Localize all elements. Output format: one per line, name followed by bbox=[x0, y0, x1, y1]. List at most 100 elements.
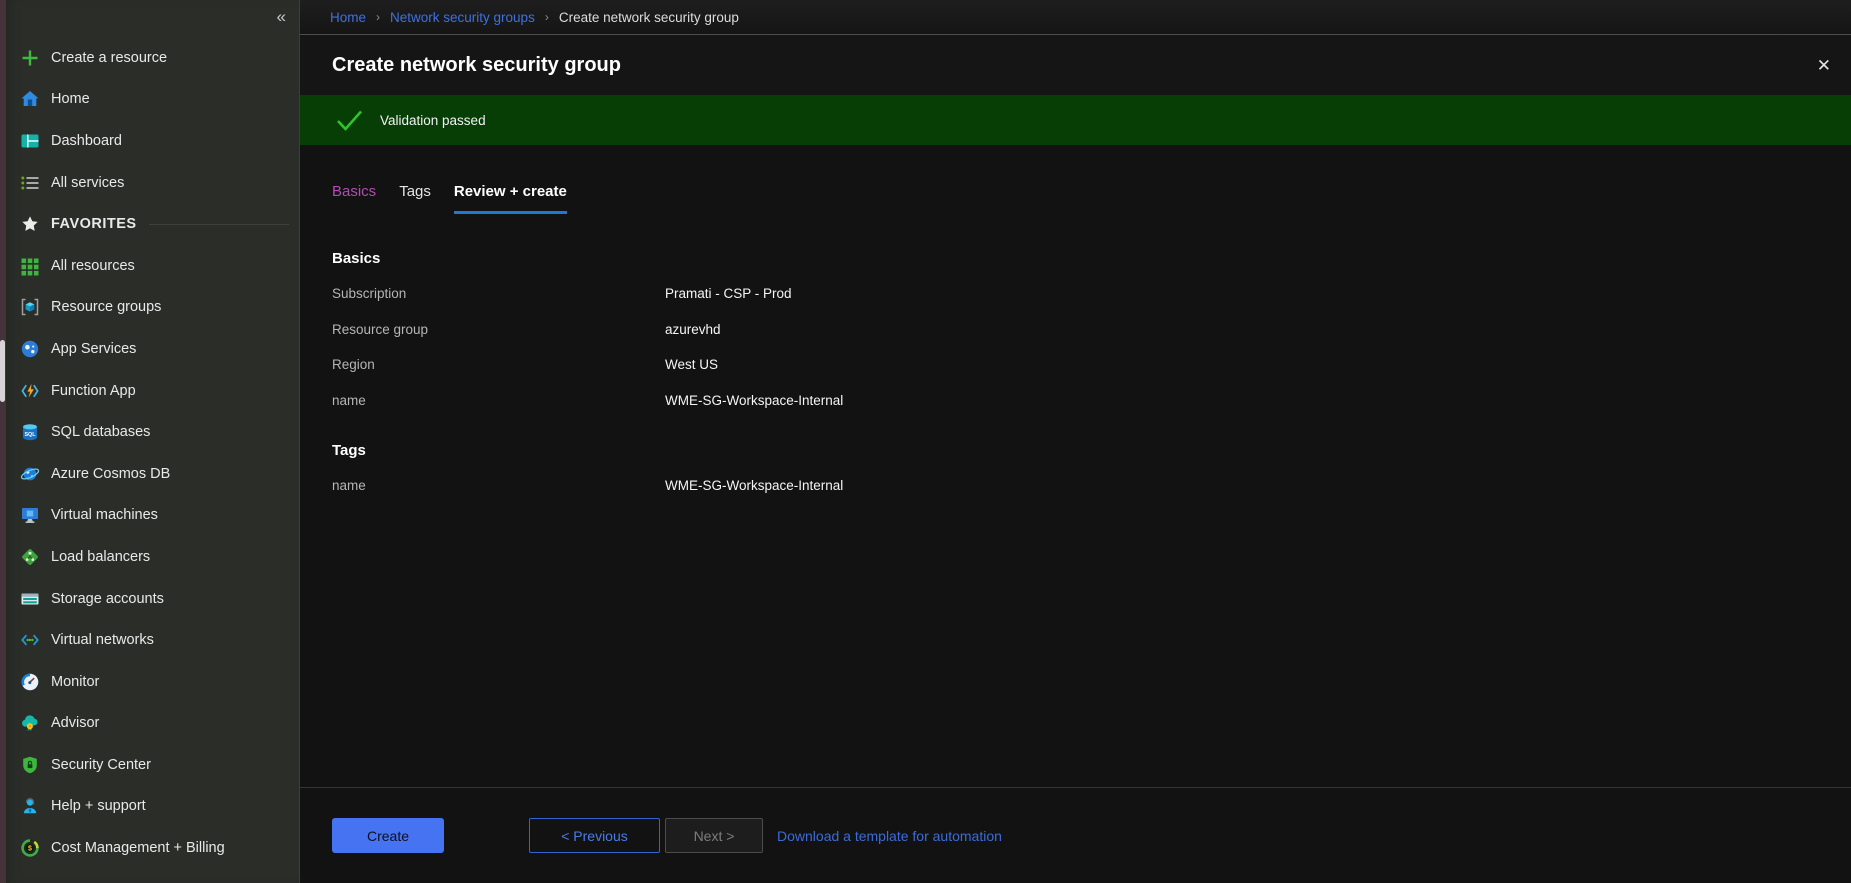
security-center-icon bbox=[20, 755, 40, 775]
sidebar-item-function-app[interactable]: Function App bbox=[0, 370, 299, 412]
section-title-tags: Tags bbox=[332, 432, 1819, 468]
home-icon bbox=[20, 89, 40, 109]
sidebar-item-label: Resource groups bbox=[51, 299, 161, 315]
sidebar-item-virtual-machines[interactable]: Virtual machines bbox=[0, 495, 299, 537]
breadcrumb-current: Create network security group bbox=[559, 10, 739, 25]
review-content: Basics Subscription Pramati - CSP - Prod… bbox=[300, 214, 1851, 787]
sidebar-item-label: Monitor bbox=[51, 674, 99, 690]
sidebar-item-security-center[interactable]: Security Center bbox=[0, 744, 299, 786]
sidebar-item-help-support[interactable]: Help + support bbox=[0, 786, 299, 828]
sidebar-item-label: Virtual machines bbox=[51, 507, 158, 523]
sidebar-item-label: Cost Management + Billing bbox=[51, 840, 225, 856]
sidebar-item-label: All services bbox=[51, 175, 124, 191]
azure-portal: « Create a resource Home Dashboard bbox=[0, 0, 1851, 883]
row-label: name bbox=[332, 393, 665, 408]
sidebar-item-label: Help + support bbox=[51, 798, 146, 814]
sql-database-icon: SQL bbox=[20, 422, 40, 442]
sidebar-item-azure-cosmos-db[interactable]: Azure Cosmos DB bbox=[0, 453, 299, 495]
review-row-region: Region West US bbox=[332, 347, 1819, 383]
tabs: Basics Tags Review + create bbox=[300, 183, 1851, 214]
section-title-basics: Basics bbox=[332, 240, 1819, 276]
row-label: Subscription bbox=[332, 286, 665, 301]
download-template-link[interactable]: Download a template for automation bbox=[777, 828, 1002, 844]
sidebar-collapse-icon[interactable]: « bbox=[273, 6, 290, 27]
sidebar-nav: Create a resource Home Dashboard All ser… bbox=[0, 0, 299, 869]
advisor-icon bbox=[20, 713, 40, 733]
monitor-icon bbox=[20, 672, 40, 692]
breadcrumb-separator-icon: › bbox=[376, 10, 380, 24]
function-app-icon bbox=[20, 381, 40, 401]
tab-tags[interactable]: Tags bbox=[399, 183, 431, 214]
check-icon bbox=[336, 109, 363, 132]
blade: Home › Network security groups › Create … bbox=[299, 0, 1851, 883]
sidebar-item-home[interactable]: Home bbox=[0, 79, 299, 121]
cosmos-db-icon bbox=[20, 464, 40, 484]
load-balancer-icon bbox=[20, 547, 40, 567]
sidebar-item-sql-databases[interactable]: SQL SQL databases bbox=[0, 411, 299, 453]
sidebar-item-advisor[interactable]: Advisor bbox=[0, 703, 299, 745]
grid-icon bbox=[20, 256, 40, 276]
review-row-tag-name: name WME-SG-Workspace-Internal bbox=[332, 468, 1819, 504]
sidebar-item-app-services[interactable]: App Services bbox=[0, 328, 299, 370]
sidebar-item-label: Create a resource bbox=[51, 50, 167, 66]
sidebar-item-label: Dashboard bbox=[51, 133, 122, 149]
row-value: azurevhd bbox=[665, 322, 721, 337]
sidebar-item-load-balancers[interactable]: Load balancers bbox=[0, 536, 299, 578]
validation-banner: Validation passed bbox=[300, 95, 1851, 145]
row-label: Region bbox=[332, 357, 665, 372]
help-support-icon bbox=[20, 796, 40, 816]
sidebar-item-resource-groups[interactable]: Resource groups bbox=[0, 287, 299, 329]
sidebar-scrollbar-thumb[interactable] bbox=[0, 340, 5, 402]
previous-button[interactable]: < Previous bbox=[529, 818, 660, 853]
review-row-name: name WME-SG-Workspace-Internal bbox=[332, 383, 1819, 419]
sidebar-item-create-a-resource[interactable]: Create a resource bbox=[0, 37, 299, 79]
create-button[interactable]: Create bbox=[332, 818, 444, 853]
storage-account-icon bbox=[20, 589, 40, 609]
review-row-resource-group: Resource group azurevhd bbox=[332, 312, 1819, 348]
star-icon bbox=[20, 214, 40, 234]
virtual-machine-icon bbox=[20, 505, 40, 525]
sidebar-item-label: Home bbox=[51, 91, 90, 107]
breadcrumb-link-home[interactable]: Home bbox=[330, 10, 366, 25]
sidebar-item-label: App Services bbox=[51, 341, 136, 357]
sidebar-item-label: Virtual networks bbox=[51, 632, 154, 648]
sidebar-item-dashboard[interactable]: Dashboard bbox=[0, 120, 299, 162]
row-value: WME-SG-Workspace-Internal bbox=[665, 393, 843, 408]
svg-text:$: $ bbox=[28, 846, 32, 853]
row-label: name bbox=[332, 478, 665, 493]
cost-management-icon: $ bbox=[20, 838, 40, 858]
blade-header: Create network security group ✕ bbox=[300, 35, 1851, 95]
sidebar-item-all-resources[interactable]: All resources bbox=[0, 245, 299, 287]
row-value: Pramati - CSP - Prod bbox=[665, 286, 792, 301]
tab-basics[interactable]: Basics bbox=[332, 183, 376, 214]
page-title: Create network security group bbox=[332, 54, 1811, 77]
review-row-subscription: Subscription Pramati - CSP - Prod bbox=[332, 276, 1819, 312]
section-gap bbox=[332, 418, 1819, 432]
sidebar-item-label: SQL databases bbox=[51, 424, 150, 440]
dashboard-icon bbox=[20, 131, 40, 151]
svg-text:SQL: SQL bbox=[24, 432, 36, 438]
window-edge-strip bbox=[0, 0, 6, 883]
sidebar-item-storage-accounts[interactable]: Storage accounts bbox=[0, 578, 299, 620]
footer-action-bar: Create < Previous Next > Download a temp… bbox=[300, 788, 1851, 883]
sidebar-item-virtual-networks[interactable]: Virtual networks bbox=[0, 619, 299, 661]
next-button[interactable]: Next > bbox=[665, 818, 763, 853]
sidebar-item-label: Storage accounts bbox=[51, 591, 164, 607]
resource-group-icon bbox=[20, 297, 40, 317]
tab-review-create[interactable]: Review + create bbox=[454, 183, 567, 214]
sidebar-item-label: Function App bbox=[51, 383, 136, 399]
breadcrumb-separator-icon: › bbox=[545, 10, 549, 24]
favorites-header: FAVORITES bbox=[0, 203, 299, 245]
sidebar-item-label: Load balancers bbox=[51, 549, 150, 565]
favorites-label: FAVORITES bbox=[51, 216, 137, 232]
close-icon[interactable]: ✕ bbox=[1811, 53, 1837, 78]
sidebar-item-label: All resources bbox=[51, 258, 135, 274]
sidebar-item-label: Security Center bbox=[51, 757, 151, 773]
sidebar-item-all-services[interactable]: All services bbox=[0, 162, 299, 204]
sidebar-item-label: Azure Cosmos DB bbox=[51, 466, 170, 482]
sidebar-item-monitor[interactable]: Monitor bbox=[0, 661, 299, 703]
sidebar-item-label: Advisor bbox=[51, 715, 99, 731]
validation-banner-text: Validation passed bbox=[380, 113, 486, 128]
sidebar-item-cost-management-billing[interactable]: $ Cost Management + Billing bbox=[0, 827, 299, 869]
breadcrumb-link-network-security-groups[interactable]: Network security groups bbox=[390, 10, 535, 25]
